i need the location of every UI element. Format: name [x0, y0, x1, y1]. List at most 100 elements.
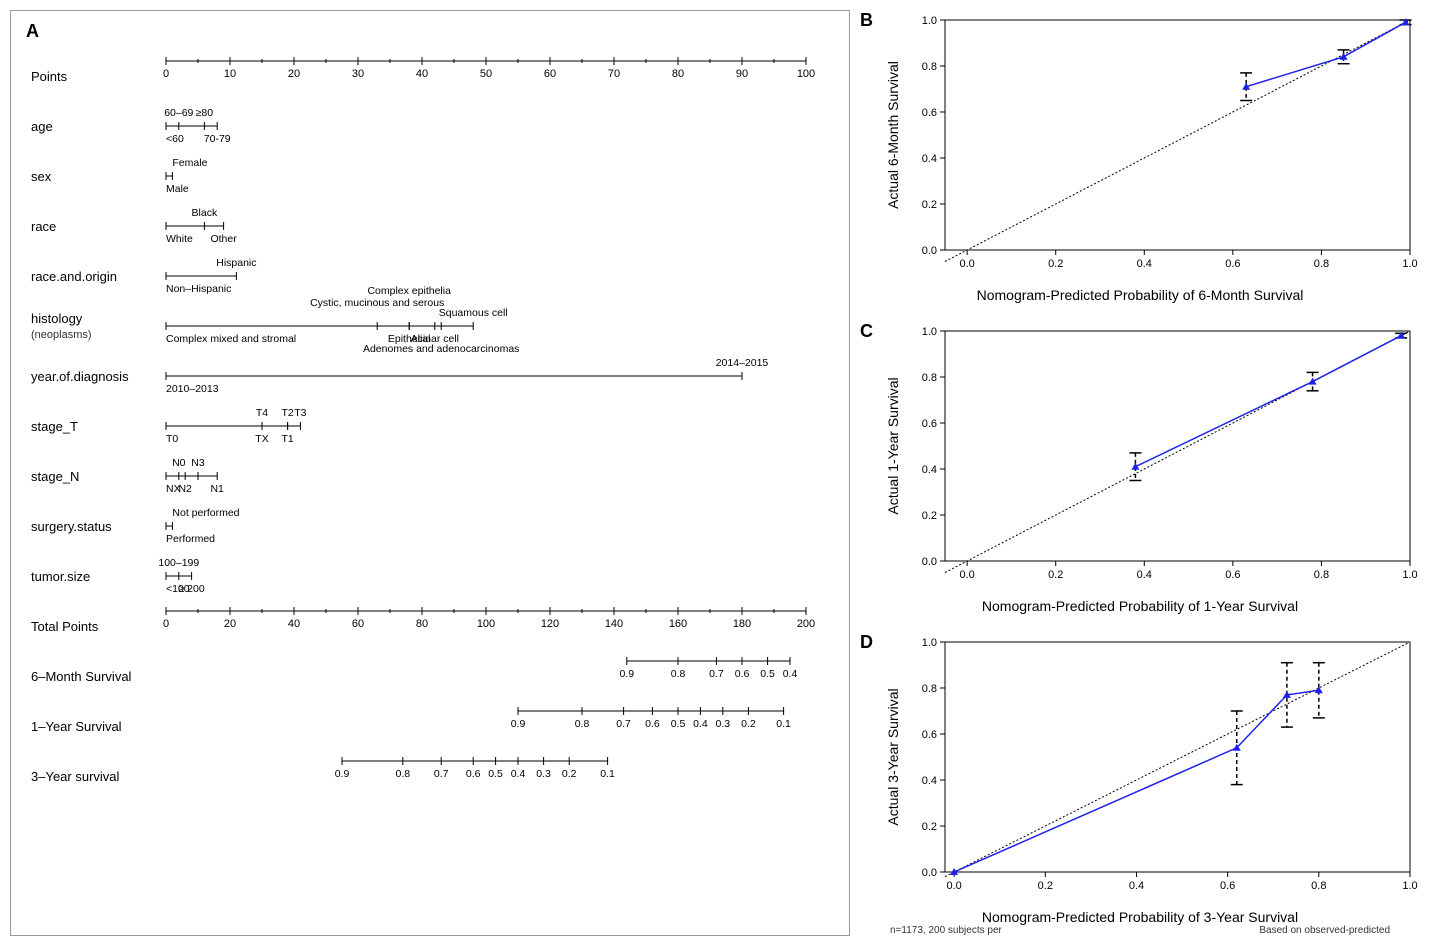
svg-text:Not performed: Not performed — [172, 507, 239, 519]
nomogram-row-label-5: year.of.diagnosis — [31, 369, 166, 384]
svg-text:200: 200 — [797, 618, 815, 630]
nomogram-survival-axis-1: 0.90.80.70.60.50.40.30.20.1 — [166, 701, 829, 751]
nomogram-row-1: sex MaleFemale — [31, 151, 829, 201]
nomogram-points-row: Points 0102030405060708090100 — [31, 51, 829, 101]
svg-text:0.0: 0.0 — [922, 556, 937, 568]
nomogram-row-4: histology(neoplasms) Complex mixed and s… — [31, 301, 829, 351]
svg-text:Non–Hispanic: Non–Hispanic — [166, 283, 231, 295]
svg-text:0.4: 0.4 — [922, 153, 937, 165]
svg-text:0.8: 0.8 — [922, 372, 937, 384]
svg-text:40: 40 — [288, 618, 300, 630]
svg-text:60: 60 — [352, 618, 364, 630]
svg-text:Squamous cell: Squamous cell — [439, 307, 508, 319]
nomogram-survival-axis-0: 0.90.80.70.60.50.4 — [166, 651, 829, 701]
nomogram-row-label-7: stage_N — [31, 469, 166, 484]
svg-text:0.5: 0.5 — [671, 718, 686, 730]
calibration-plot-6month: 0.00.20.40.60.81.00.00.20.40.60.81.0Actu… — [880, 10, 1420, 280]
panel-b: B 0.00.20.40.60.81.00.00.20.40.60.81.0Ac… — [860, 10, 1420, 311]
svg-text:T1: T1 — [281, 433, 293, 445]
svg-text:160: 160 — [669, 618, 687, 630]
nomogram-row-label-2: race — [31, 219, 166, 234]
svg-text:Other: Other — [210, 233, 237, 245]
nomogram-row-label-3: race.and.origin — [31, 269, 166, 284]
svg-text:30: 30 — [352, 68, 364, 80]
svg-text:1.0: 1.0 — [1402, 258, 1417, 270]
svg-text:N0: N0 — [172, 457, 186, 469]
nomogram-row-7: stage_N NXN0N2N3N1 — [31, 451, 829, 501]
svg-text:0.2: 0.2 — [741, 718, 756, 730]
svg-text:0.5: 0.5 — [760, 668, 775, 680]
svg-text:0.1: 0.1 — [600, 768, 615, 780]
svg-text:0.6: 0.6 — [922, 729, 937, 741]
nomogram: Points 0102030405060708090100 age <6060–… — [31, 51, 829, 801]
svg-text:0.8: 0.8 — [575, 718, 590, 730]
svg-text:90: 90 — [736, 68, 748, 80]
svg-text:0: 0 — [163, 68, 169, 80]
panel-c-label: C — [860, 321, 873, 342]
svg-text:0.4: 0.4 — [1137, 258, 1152, 270]
svg-text:T2: T2 — [281, 407, 293, 419]
svg-text:0.6: 0.6 — [1220, 880, 1235, 892]
svg-text:100–199: 100–199 — [158, 557, 199, 569]
svg-text:≥80: ≥80 — [196, 107, 214, 119]
svg-text:0.5: 0.5 — [488, 768, 503, 780]
svg-text:0.4: 0.4 — [1129, 880, 1144, 892]
svg-text:140: 140 — [605, 618, 623, 630]
nomogram-survival-label-1: 1–Year Survival — [31, 719, 166, 734]
nomogram-survival-row-2: 3–Year survival 0.90.80.70.60.50.40.30.2… — [31, 751, 829, 801]
svg-text:0.2: 0.2 — [562, 768, 577, 780]
svg-text:Cystic, mucinous and serous: Cystic, mucinous and serous — [310, 297, 444, 309]
nomogram-survival-row-0: 6–Month Survival 0.90.80.70.60.50.4 — [31, 651, 829, 701]
svg-text:0.1: 0.1 — [776, 718, 791, 730]
nomogram-row-axis-7: NXN0N2N3N1 — [166, 451, 829, 501]
svg-text:0.7: 0.7 — [434, 768, 449, 780]
panel-d-label: D — [860, 632, 873, 653]
svg-text:0.8: 0.8 — [395, 768, 410, 780]
nomogram-row-2: race WhiteBlackOther — [31, 201, 829, 251]
svg-text:0.9: 0.9 — [511, 718, 526, 730]
svg-text:20: 20 — [288, 68, 300, 80]
nomogram-row-axis-2: WhiteBlackOther — [166, 201, 829, 251]
svg-text:0.9: 0.9 — [619, 668, 634, 680]
svg-text:0.3: 0.3 — [715, 718, 730, 730]
panel-b-label: B — [860, 10, 873, 31]
svg-text:Actual 1-Year Survival: Actual 1-Year Survival — [885, 377, 901, 514]
svg-text:0.6: 0.6 — [735, 668, 750, 680]
svg-text:80: 80 — [672, 68, 684, 80]
nomogram-row-5: year.of.diagnosis 2010–20132014–2015 — [31, 351, 829, 401]
footnote-left: n=1173, 200 subjects per — [890, 925, 1002, 936]
svg-text:100: 100 — [797, 68, 815, 80]
svg-text:0.2: 0.2 — [1048, 569, 1063, 581]
svg-text:Hispanic: Hispanic — [216, 257, 256, 269]
svg-text:10: 10 — [224, 68, 236, 80]
panel-d-footnote: n=1173, 200 subjects per Based on observ… — [860, 925, 1420, 936]
nomogram-totalpoints-row: Total Points 020406080100120140160180200 — [31, 601, 829, 651]
svg-text:180: 180 — [733, 618, 751, 630]
svg-text:Black: Black — [192, 207, 218, 219]
svg-text:T4: T4 — [256, 407, 268, 419]
svg-text:Female: Female — [172, 157, 207, 169]
svg-text:120: 120 — [541, 618, 559, 630]
svg-text:1.0: 1.0 — [922, 15, 937, 27]
nomogram-survival-label-2: 3–Year survival — [31, 769, 166, 784]
nomogram-row-axis-1: MaleFemale — [166, 151, 829, 201]
svg-text:0.0: 0.0 — [959, 258, 974, 270]
calibration-plot-1year: 0.00.20.40.60.81.00.00.20.40.60.81.0Actu… — [880, 321, 1420, 591]
nomogram-survival-label-0: 6–Month Survival — [31, 669, 166, 684]
svg-text:TX: TX — [255, 433, 268, 445]
svg-text:N1: N1 — [210, 483, 224, 495]
svg-text:20: 20 — [224, 618, 236, 630]
svg-text:40: 40 — [416, 68, 428, 80]
panel-a-label: A — [26, 21, 39, 42]
nomogram-row-axis-5: 2010–20132014–2015 — [166, 351, 942, 401]
svg-text:0.8: 0.8 — [671, 668, 686, 680]
xlabel-d: Nomogram-Predicted Probability of 3-Year… — [860, 909, 1420, 925]
panel-c: C 0.00.20.40.60.81.00.00.20.40.60.81.0Ac… — [860, 321, 1420, 622]
svg-text:0.6: 0.6 — [466, 768, 481, 780]
svg-text:1.0: 1.0 — [1402, 880, 1417, 892]
svg-text:0.8: 0.8 — [922, 683, 937, 695]
svg-text:1.0: 1.0 — [1402, 569, 1417, 581]
right-panels: B 0.00.20.40.60.81.00.00.20.40.60.81.0Ac… — [860, 10, 1420, 936]
nomogram-row-axis-4: Complex mixed and stromalCystic, mucinou… — [166, 301, 829, 351]
svg-text:≥ 200: ≥ 200 — [178, 583, 204, 595]
